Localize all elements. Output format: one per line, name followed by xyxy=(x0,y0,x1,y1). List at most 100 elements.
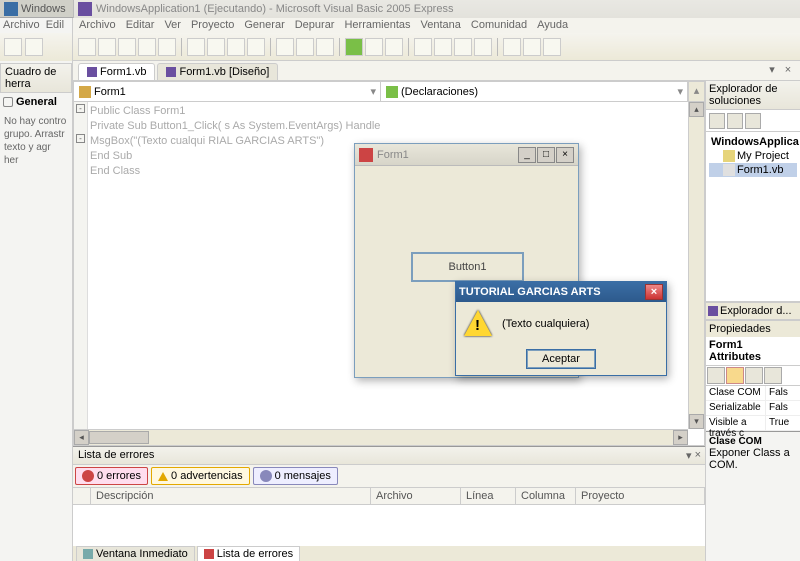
toolbar-button[interactable] xyxy=(414,38,432,56)
solution-tree[interactable]: WindowsApplica My Project Form1.vb xyxy=(706,132,800,302)
scroll-thumb[interactable] xyxy=(89,431,149,444)
toolbar-button[interactable] xyxy=(727,113,743,129)
maximize-button[interactable]: □ xyxy=(537,147,555,163)
menu-depurar[interactable]: Depurar xyxy=(295,19,335,32)
menu-archivo[interactable]: Archivo xyxy=(79,19,116,32)
member-dropdown[interactable]: (Declaraciones) xyxy=(381,82,688,101)
col-column[interactable]: Columna xyxy=(516,488,576,504)
toolbar-button[interactable] xyxy=(474,38,492,56)
toolbar-button[interactable] xyxy=(503,38,521,56)
tab-solution-explorer[interactable]: Explorador d... xyxy=(706,303,794,319)
close-button[interactable]: × xyxy=(556,147,574,163)
close-button[interactable]: × xyxy=(645,284,663,300)
property-row[interactable]: Clase COMFals xyxy=(706,386,800,401)
col-description[interactable]: Descripción xyxy=(91,488,371,504)
menu-ventana[interactable]: Ventana xyxy=(421,19,461,32)
menu-herramientas[interactable]: Herramientas xyxy=(344,19,410,32)
scroll-up-button[interactable]: ▴ xyxy=(688,82,704,101)
warnings-filter[interactable]: 0 advertencias xyxy=(151,467,250,485)
menu-comunidad[interactable]: Comunidad xyxy=(471,19,527,32)
toolbar-button[interactable] xyxy=(434,38,452,56)
toolbar-button[interactable] xyxy=(247,38,265,56)
separator xyxy=(408,38,409,56)
msgbox-titlebar[interactable]: TUTORIAL GARCIAS ARTS × xyxy=(456,282,666,302)
property-row[interactable]: SerializableFals xyxy=(706,401,800,416)
toolbar-button[interactable] xyxy=(296,38,314,56)
messages-filter[interactable]: 0 mensajes xyxy=(253,467,338,485)
properties-grid[interactable]: Clase COMFals SerializableFals Visible a… xyxy=(706,386,800,431)
toolbar-button[interactable] xyxy=(158,38,176,56)
pause-button[interactable] xyxy=(365,38,383,56)
toolbar-button[interactable] xyxy=(454,38,472,56)
menu-generar[interactable]: Generar xyxy=(244,19,284,32)
toolbar-button[interactable] xyxy=(316,38,334,56)
tree-item[interactable]: My Project xyxy=(709,149,797,163)
menu-edit-frag[interactable]: Edil xyxy=(46,19,64,32)
col-file[interactable]: Archivo xyxy=(371,488,461,504)
properties-object-selector[interactable]: Form1 Attributes xyxy=(706,337,800,366)
toolbar-button[interactable] xyxy=(227,38,245,56)
property-value[interactable]: True xyxy=(766,416,800,430)
toolbar-button[interactable] xyxy=(118,38,136,56)
toolbar-button[interactable] xyxy=(709,113,725,129)
form-titlebar[interactable]: Form1 _ □ × xyxy=(355,144,578,166)
stop-button[interactable] xyxy=(385,38,403,56)
property-value[interactable]: Fals xyxy=(766,386,800,400)
toolbar-button[interactable] xyxy=(138,38,156,56)
menu-proyecto[interactable]: Proyecto xyxy=(191,19,234,32)
horizontal-scrollbar[interactable]: ◂ ▸ xyxy=(74,429,688,445)
tab-error-list[interactable]: Lista de errores xyxy=(197,546,300,561)
toolbox-group[interactable]: General xyxy=(0,93,72,111)
properties-title: Propiedades xyxy=(706,321,800,337)
tab-close[interactable]: × xyxy=(781,63,795,77)
desc-body: Exponer Class a COM. xyxy=(709,447,790,471)
toolbar-button[interactable] xyxy=(187,38,205,56)
toolbar-button[interactable] xyxy=(276,38,294,56)
main-toolbar xyxy=(73,33,800,61)
run-button[interactable] xyxy=(345,38,363,56)
scroll-button[interactable]: ▾ xyxy=(689,414,704,429)
scroll-button[interactable]: ▴ xyxy=(689,102,704,117)
alphabetical-button[interactable] xyxy=(726,367,744,384)
collapse-icon[interactable]: - xyxy=(76,134,85,143)
toolbar-button[interactable] xyxy=(543,38,561,56)
col-project[interactable]: Proyecto xyxy=(576,488,705,504)
col-icon[interactable] xyxy=(73,488,91,504)
categorized-button[interactable] xyxy=(707,367,725,384)
menu-editar[interactable]: Editar xyxy=(126,19,155,32)
tab-immediate-window[interactable]: Ventana Inmediato xyxy=(76,546,195,561)
menu-ver[interactable]: Ver xyxy=(164,19,181,32)
col-line[interactable]: Línea xyxy=(461,488,516,504)
toolbar-button[interactable] xyxy=(98,38,116,56)
toolbar-button[interactable] xyxy=(764,367,782,384)
message-box[interactable]: TUTORIAL GARCIAS ARTS × (Texto cualquier… xyxy=(455,281,667,376)
class-dropdown[interactable]: Form1 xyxy=(74,82,381,101)
collapse-icon[interactable]: - xyxy=(76,104,85,113)
tab-form1-vb[interactable]: Form1.vb xyxy=(78,63,155,80)
scroll-button[interactable]: ▸ xyxy=(673,430,688,445)
tree-root[interactable]: WindowsApplica xyxy=(709,135,797,149)
toolbar-button[interactable] xyxy=(523,38,541,56)
menu-archivo-frag[interactable]: Archivo xyxy=(3,19,40,32)
toolbar-button[interactable] xyxy=(745,113,761,129)
ok-button[interactable]: Aceptar xyxy=(527,350,595,368)
toolbar-button[interactable] xyxy=(4,38,22,56)
property-row[interactable]: Visible a través cTrue xyxy=(706,416,800,431)
button1[interactable]: Button1 xyxy=(411,252,524,282)
toolbar-button[interactable] xyxy=(78,38,96,56)
minimize-button[interactable]: _ xyxy=(518,147,536,163)
toolbar-button[interactable] xyxy=(745,367,763,384)
dropdown-icon[interactable]: ▾ xyxy=(686,449,692,462)
tab-form1-design[interactable]: Form1.vb [Diseño] xyxy=(157,63,278,80)
menu-ayuda[interactable]: Ayuda xyxy=(537,19,568,32)
toolbar-button[interactable] xyxy=(207,38,225,56)
vertical-scrollbar[interactable]: ▴ ▾ xyxy=(688,102,704,429)
toolbar-button[interactable] xyxy=(25,38,43,56)
errors-filter[interactable]: 0 errores xyxy=(75,467,148,485)
close-icon[interactable]: × xyxy=(695,449,701,462)
property-value[interactable]: Fals xyxy=(766,401,800,415)
tree-item[interactable]: Form1.vb xyxy=(709,163,797,177)
tab-dropdown[interactable]: ▾ xyxy=(765,63,779,77)
expand-icon[interactable] xyxy=(3,97,13,107)
scroll-button[interactable]: ◂ xyxy=(74,430,89,445)
